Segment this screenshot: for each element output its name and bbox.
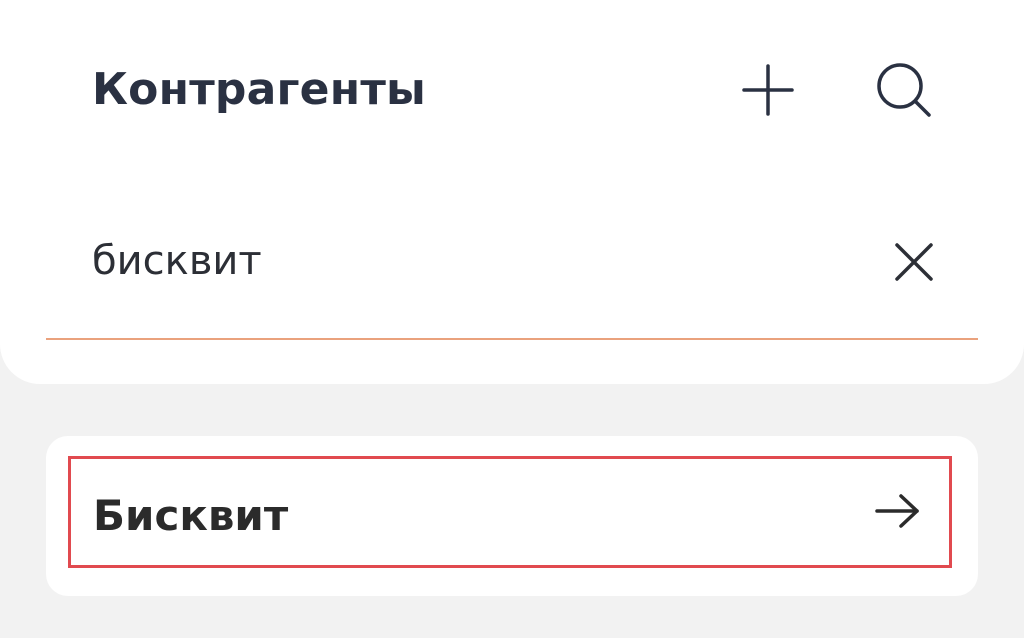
arrow-right-icon [875,494,919,528]
close-icon [895,243,933,281]
result-item-biskvit[interactable]: Бисквит [68,456,952,568]
plus-icon [742,64,794,116]
search-button[interactable] [872,58,936,122]
search-icon [877,63,931,117]
search-input[interactable]: бисквит [92,238,262,284]
header-panel: Контрагенты бисквит [0,0,1024,384]
page-title: Контрагенты [92,64,427,115]
results-card: Бисквит [46,436,978,596]
search-field[interactable]: бисквит [46,216,978,340]
clear-search-button[interactable] [882,230,946,294]
result-item-label: Бисквит [93,491,289,540]
add-button[interactable] [736,58,800,122]
